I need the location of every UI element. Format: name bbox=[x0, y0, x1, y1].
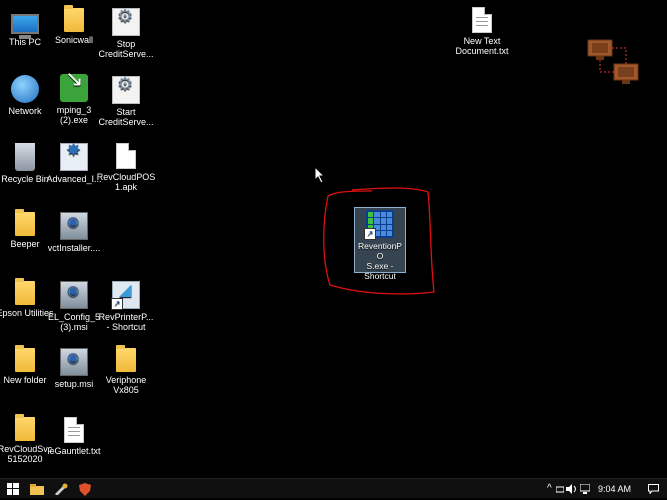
recycle-bin-icon bbox=[15, 143, 35, 171]
green-arrow-app-icon bbox=[60, 74, 88, 102]
desktop-icon-start-creditserver[interactable]: Start CreditServe... bbox=[94, 76, 158, 127]
installer-icon bbox=[60, 212, 88, 240]
system-clock[interactable]: 9:04 AM bbox=[598, 482, 631, 496]
desktop-icon-label: New Text Document.txt bbox=[455, 36, 509, 56]
desktop-icon-label: RevCloudPOS 1.apk bbox=[96, 172, 156, 192]
desktop-icon-revprinter-shortcut[interactable]: ↗ RevPrinterP... - Shortcut bbox=[94, 281, 158, 332]
document-icon bbox=[64, 417, 84, 443]
desktop-icon-veriphone[interactable]: Veriphone Vx805 bbox=[94, 345, 158, 395]
folder-icon bbox=[15, 414, 35, 441]
desktop-icon-vctinstaller[interactable]: vctInstaller.... bbox=[42, 212, 106, 253]
notification-icon[interactable] bbox=[648, 482, 659, 498]
desktop-icon-label: Veriphone Vx805 bbox=[105, 375, 147, 395]
desktop-icon-label: Start CreditServe... bbox=[98, 107, 154, 127]
service-gear-icon bbox=[112, 76, 140, 104]
shield-app-icon[interactable] bbox=[77, 482, 93, 496]
folder-icon bbox=[15, 209, 35, 236]
desktop-icon-label: RevPrinterP... - Shortcut bbox=[98, 312, 154, 332]
desktop-icon-label: Stop CreditServe... bbox=[98, 39, 154, 59]
desktop[interactable]: This PC Network Recycle Bin Beeper Epson… bbox=[0, 0, 667, 478]
tray-overflow-arrow[interactable]: ^ bbox=[547, 482, 552, 496]
folder-icon bbox=[15, 345, 35, 372]
taskbar: ^ 9:04 AM bbox=[0, 478, 667, 498]
folder-icon bbox=[15, 278, 35, 305]
this-pc-icon bbox=[11, 14, 39, 39]
document-icon bbox=[116, 143, 136, 169]
service-gear-icon bbox=[112, 8, 140, 36]
mouse-cursor-icon bbox=[314, 166, 326, 184]
desktop-icon-label: ReventionPO S.exe - Shortcut bbox=[358, 241, 402, 281]
network-connections-svg bbox=[587, 39, 639, 84]
desktop-icon-reventionpos-shortcut[interactable]: ↗ ReventionPO S.exe - Shortcut bbox=[354, 207, 406, 281]
config-shortcut-icon: ↗ bbox=[111, 281, 140, 310]
revention-app-icon: ↗ bbox=[364, 210, 394, 240]
installer-icon bbox=[60, 281, 88, 309]
desktop-icon-label: vctInstaller.... bbox=[47, 243, 101, 253]
windows-start-icon[interactable] bbox=[5, 482, 21, 496]
file-explorer-icon[interactable] bbox=[29, 482, 45, 496]
network-tray-icon[interactable] bbox=[579, 482, 591, 498]
folder-icon bbox=[64, 5, 84, 32]
network-globe-icon bbox=[11, 75, 39, 103]
network-connections-icon[interactable] bbox=[586, 38, 642, 86]
folder-icon bbox=[116, 345, 136, 372]
desktop-icon-new-text-document[interactable]: New Text Document.txt bbox=[450, 7, 514, 56]
network-tool-icon bbox=[60, 143, 88, 171]
installer-icon bbox=[60, 348, 88, 376]
tray-keyboard-icon[interactable] bbox=[555, 482, 565, 498]
shortcut-arrow-icon: ↗ bbox=[111, 298, 123, 310]
speaker-icon[interactable] bbox=[566, 482, 577, 498]
desktop-icon-label: leGauntlet.txt bbox=[47, 446, 101, 456]
desktop-icon-legauntlet[interactable]: leGauntlet.txt bbox=[42, 417, 106, 456]
tools-icon[interactable] bbox=[53, 482, 69, 496]
desktop-icon-revcloudpos-apk[interactable]: RevCloudPOS 1.apk bbox=[94, 143, 158, 192]
document-icon bbox=[472, 7, 492, 33]
desktop-icon-stop-creditserver[interactable]: Stop CreditServe... bbox=[94, 8, 158, 59]
shortcut-arrow-icon: ↗ bbox=[364, 228, 376, 240]
